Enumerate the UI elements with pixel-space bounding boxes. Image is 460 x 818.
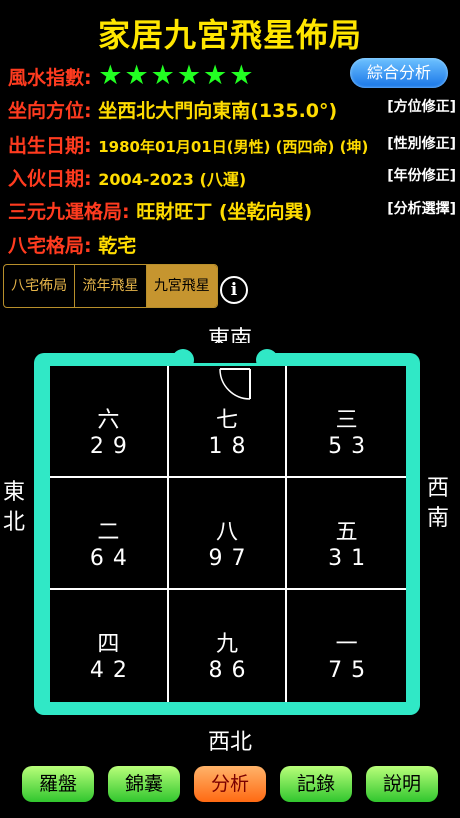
facing-label: 坐向方位: <box>8 100 92 122</box>
sanyuan-row: 三元九運格局: 旺財旺丁 (坐乾向巽) <box>8 197 312 224</box>
app-title: 家居九宮飛星佈局 <box>97 16 362 54</box>
bazhai-row: 八宅格局: 乾宅 <box>8 231 136 258</box>
analysis-select-link[interactable]: [分析選擇] <box>387 198 456 218</box>
palace-number: 七 <box>215 408 238 433</box>
star-numbers: 75 <box>328 658 375 683</box>
direction-right-char-2: 南 <box>426 506 449 531</box>
help-button[interactable]: 說明 <box>366 766 438 802</box>
comprehensive-analysis-button[interactable]: 綜合分析 <box>350 58 448 88</box>
palace-number: 一 <box>335 632 358 657</box>
star-numbers: 31 <box>328 546 375 571</box>
birth-value: 1980年01月01日(男性) (西四命) (坤) <box>98 138 369 156</box>
palace-number: 二 <box>97 520 120 545</box>
star-numbers: 42 <box>89 658 136 683</box>
fengshui-row: 風水指數: ★★★★★★ <box>8 60 255 91</box>
palace-number: 三 <box>335 408 358 433</box>
sanyuan-value: 旺財旺丁 (坐乾向巽) <box>136 201 313 223</box>
tab-bazhai-layout[interactable]: 八宅佈局 <box>4 265 76 307</box>
move-in-label: 入伙日期: <box>8 168 92 190</box>
star-numbers: 86 <box>208 658 255 683</box>
bazhai-label: 八宅格局: <box>8 235 92 257</box>
nine-palace-grid: 六 29 七 18 三 53 二 64 八 97 五 31 四 42 九 86 一 75 <box>50 366 406 702</box>
palace-cell[interactable]: 三 53 <box>287 366 406 478</box>
move-in-row: 入伙日期: 2004-2023 (八運) <box>8 164 246 191</box>
facing-value: 坐西北大門向東南(135.0°) <box>98 100 338 122</box>
frame-notch <box>184 343 266 363</box>
star-numbers: 53 <box>328 434 375 459</box>
facing-fix-link[interactable]: [方位修正] <box>387 96 456 116</box>
fengshui-label: 風水指數: <box>8 67 92 89</box>
analysis-button[interactable]: 分析 <box>194 766 266 802</box>
palace-number: 六 <box>97 408 120 433</box>
star-numbers: 97 <box>208 546 255 571</box>
palace-cell[interactable]: 八 97 <box>168 478 288 590</box>
birth-label: 出生日期: <box>8 135 92 157</box>
palace-cell[interactable]: 一 75 <box>287 590 406 702</box>
birth-row: 出生日期: 1980年01月01日(男性) (西四命) (坤) <box>8 131 368 158</box>
star-numbers: 29 <box>89 434 136 459</box>
palace-number: 九 <box>215 632 238 657</box>
tab-annual-flying-star[interactable]: 流年飛星 <box>75 265 147 307</box>
bazhai-value: 乾宅 <box>98 235 137 257</box>
star-numbers: 18 <box>208 434 255 459</box>
gender-fix-link[interactable]: [性別修正] <box>387 133 456 153</box>
palace-number: 四 <box>97 632 120 657</box>
direction-left-char-1: 東 <box>2 480 25 505</box>
tips-button[interactable]: 錦囊 <box>108 766 180 802</box>
direction-left-char-2: 北 <box>2 510 25 535</box>
tab-nine-palace-flying-star[interactable]: 九宮飛星 <box>146 265 217 307</box>
sanyuan-label: 三元九運格局: <box>8 201 130 223</box>
direction-right-char-1: 西 <box>426 476 449 501</box>
year-fix-link[interactable]: [年份修正] <box>387 165 456 185</box>
facing-row: 坐向方位: 坐西北大門向東南(135.0°) <box>8 96 337 123</box>
palace-cell[interactable]: 五 31 <box>287 478 406 590</box>
compass-button[interactable]: 羅盤 <box>22 766 94 802</box>
direction-left: 東 北 <box>2 478 26 538</box>
records-button[interactable]: 記錄 <box>280 766 352 802</box>
palace-cell[interactable]: 六 29 <box>50 366 169 478</box>
palace-cell[interactable]: 四 42 <box>50 590 169 702</box>
palace-number: 五 <box>335 520 358 545</box>
palace-number: 八 <box>215 520 238 545</box>
rating-stars-icon: ★★★★★★ <box>98 60 256 91</box>
palace-cell[interactable]: 九 86 <box>169 590 288 702</box>
star-numbers: 64 <box>89 546 136 571</box>
move-in-value: 2004-2023 (八運) <box>98 170 247 189</box>
palace-cell[interactable]: 二 64 <box>50 478 169 590</box>
door-icon <box>219 368 251 400</box>
layout-tabs: 八宅佈局 流年飛星 九宮飛星 <box>3 264 218 308</box>
direction-right: 西 南 <box>426 474 450 534</box>
direction-bottom: 西北 <box>207 730 252 755</box>
info-icon[interactable]: i <box>220 276 248 304</box>
